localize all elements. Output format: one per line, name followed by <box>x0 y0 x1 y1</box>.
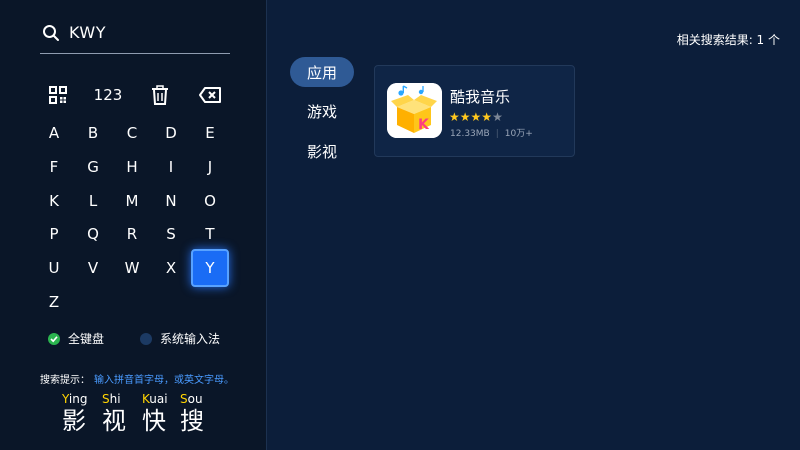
key-u[interactable]: U <box>35 249 73 287</box>
app-downloads: 10万+ <box>504 129 533 139</box>
key-s[interactable]: S <box>152 215 190 253</box>
key-y[interactable]: Y <box>191 249 229 287</box>
key-p[interactable]: P <box>35 215 73 253</box>
full-keyboard-option[interactable]: 全键盘 <box>48 330 104 347</box>
keyboard-mode-options: 全键盘 系统输入法 <box>48 330 258 348</box>
app-name: 酷我音乐 <box>450 88 511 106</box>
radio-icon <box>140 332 152 345</box>
numeric-key[interactable]: 123 <box>89 76 127 114</box>
svg-text:K: K <box>418 117 430 133</box>
star-icon: ★ <box>492 110 503 124</box>
key-j[interactable]: J <box>191 148 229 186</box>
app-size: 12.33MB <box>450 129 490 139</box>
backspace-icon <box>199 87 221 103</box>
star-icon: ★ <box>470 110 482 124</box>
key-g[interactable]: G <box>74 148 112 186</box>
tab-games[interactable]: 游戏 <box>290 96 354 126</box>
key-f[interactable]: F <box>35 148 73 186</box>
search-hint: 搜索提示： 输入拼音首字母，或英文字母。 <box>40 371 234 386</box>
key-q[interactable]: Q <box>74 215 112 253</box>
check-icon <box>48 332 60 345</box>
full-keyboard-label: 全键盘 <box>68 332 105 346</box>
qr-code-key[interactable] <box>39 76 77 114</box>
tab-apps[interactable]: 应用 <box>290 57 354 87</box>
search-icon <box>43 25 59 41</box>
key-w[interactable]: W <box>113 249 151 287</box>
search-input[interactable]: KWY <box>40 16 230 54</box>
star-icon: ★ <box>449 110 460 124</box>
meta-divider: | <box>495 129 499 139</box>
rating-stars: ★★★★★ <box>449 110 503 124</box>
keyboard-panel: KWY 123 A B C D E F G H I J K L M N O P … <box>0 0 267 450</box>
key-b[interactable]: B <box>74 114 112 152</box>
key-a[interactable]: A <box>35 114 73 152</box>
app-result-card[interactable]: K 酷我音乐 ★★★★★ 12.33MB | 10万+ <box>374 65 575 157</box>
system-input-label: 系统输入法 <box>160 332 221 346</box>
key-d[interactable]: D <box>152 114 190 152</box>
search-query: KWY <box>69 23 107 42</box>
hint-text: 输入拼音首字母，或英文字母。 <box>94 375 234 386</box>
kuwo-music-icon: K <box>387 83 442 138</box>
tab-videos[interactable]: 影视 <box>290 136 354 166</box>
key-v[interactable]: V <box>74 249 112 287</box>
key-h[interactable]: H <box>113 148 151 186</box>
brand-logo: Ying 影 Shi 视 Kuai 快 Sou 搜 <box>62 392 222 442</box>
hint-label: 搜索提示： <box>40 375 90 386</box>
key-r[interactable]: R <box>113 215 151 253</box>
app-meta: 12.33MB | 10万+ <box>450 126 533 139</box>
result-count: 相关搜索结果: 1 个 <box>676 33 780 47</box>
key-x[interactable]: X <box>152 249 190 287</box>
system-input-option[interactable]: 系统输入法 <box>140 330 220 347</box>
brand-word: Ying 影 <box>62 392 88 435</box>
star-icon: ★ <box>481 110 493 124</box>
key-i[interactable]: I <box>152 148 190 186</box>
key-t[interactable]: T <box>191 215 229 253</box>
key-e[interactable]: E <box>191 114 229 152</box>
key-z[interactable]: Z <box>35 283 73 321</box>
qr-code-icon <box>49 86 67 104</box>
trash-icon <box>152 85 168 105</box>
brand-word: Shi 视 <box>102 392 126 435</box>
star-icon: ★ <box>459 110 471 124</box>
brand-word: Sou 搜 <box>180 392 204 435</box>
key-c[interactable]: C <box>113 114 151 152</box>
backspace-key[interactable] <box>191 76 229 114</box>
clear-key[interactable] <box>141 76 179 114</box>
brand-word: Kuai 快 <box>142 392 168 435</box>
